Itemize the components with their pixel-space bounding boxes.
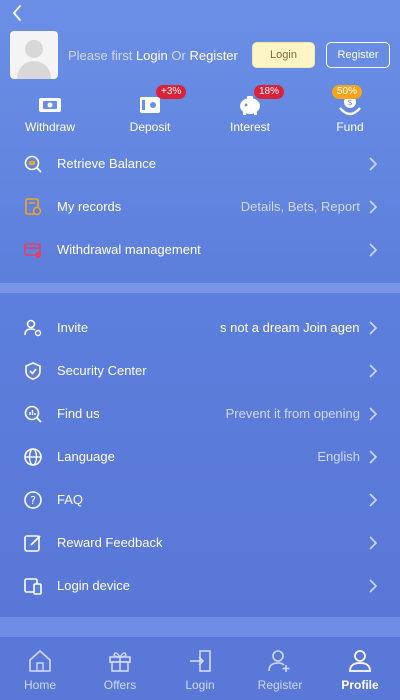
records-icon bbox=[22, 196, 44, 218]
deposit-action[interactable]: +3% Deposit bbox=[100, 85, 200, 142]
chevron-right-icon bbox=[369, 449, 378, 464]
svg-text:?: ? bbox=[30, 494, 36, 507]
menu-value: Prevent it from opening bbox=[225, 406, 360, 421]
svg-text:$: $ bbox=[347, 98, 352, 107]
menu-label: My records bbox=[57, 199, 122, 214]
edit-icon bbox=[22, 532, 44, 554]
fund-badge: 50% bbox=[332, 85, 363, 99]
section-divider bbox=[0, 283, 400, 293]
interest-label: Interest bbox=[229, 120, 271, 134]
tab-offers[interactable]: Offers bbox=[80, 640, 160, 700]
quick-actions: Withdraw +3% Deposit 18% Interest 50% $ … bbox=[0, 82, 400, 142]
globe-icon bbox=[22, 446, 44, 468]
menu-label: Withdrawal management bbox=[57, 242, 201, 257]
deposit-badge: +3% bbox=[156, 85, 187, 99]
question-icon: ? bbox=[22, 489, 44, 511]
balance-search-icon bbox=[22, 153, 44, 175]
chevron-right-icon bbox=[369, 242, 378, 257]
device-icon bbox=[22, 575, 44, 597]
login-prompt: Please first Login Or Register bbox=[68, 48, 252, 63]
chevron-right-icon bbox=[369, 320, 378, 335]
menu-section-bottom: Invite s not a dream Join agent Security… bbox=[0, 306, 400, 607]
menu-label: Invite bbox=[57, 320, 89, 335]
tab-label: Login bbox=[185, 678, 215, 692]
chevron-right-icon bbox=[369, 199, 378, 214]
fund-action[interactable]: 50% $ Fund bbox=[300, 85, 400, 142]
gift-icon bbox=[109, 652, 131, 672]
prompt-register-link[interactable]: Register bbox=[189, 48, 237, 63]
prompt-or: Or bbox=[171, 47, 186, 63]
find-icon bbox=[22, 403, 44, 425]
tab-label: Profile bbox=[341, 678, 379, 692]
menu-item-find-us[interactable]: Find us Prevent it from opening bbox=[0, 392, 400, 435]
menu-item-security-center[interactable]: Security Center bbox=[0, 349, 400, 392]
prompt-prefix: Please first bbox=[68, 47, 133, 63]
tab-login[interactable]: Login bbox=[160, 640, 240, 700]
menu-label: Retrieve Balance bbox=[57, 156, 156, 171]
interest-action[interactable]: 18% Interest bbox=[200, 85, 300, 142]
chevron-right-icon bbox=[369, 363, 378, 378]
chevron-right-icon bbox=[369, 156, 378, 171]
bottom-tab-bar: Home Offers Login Register Profile bbox=[0, 640, 400, 700]
back-arrow-icon[interactable] bbox=[8, 3, 28, 23]
tab-register[interactable]: Register bbox=[240, 640, 320, 700]
menu-item-reward-feedback[interactable]: Reward Feedback bbox=[0, 521, 400, 564]
withdraw-label: Withdraw bbox=[24, 120, 75, 134]
tab-label: Offers bbox=[103, 678, 137, 692]
top-bar bbox=[0, 0, 400, 28]
add-user-icon bbox=[268, 650, 290, 672]
chevron-right-icon bbox=[369, 535, 378, 550]
profile-icon bbox=[349, 650, 371, 672]
home-icon bbox=[29, 649, 51, 672]
avatar bbox=[10, 31, 58, 79]
menu-label: FAQ bbox=[57, 492, 84, 507]
menu-item-withdrawal-management[interactable]: Withdrawal management bbox=[0, 228, 400, 271]
card-icon bbox=[22, 239, 44, 261]
interest-badge: 18% bbox=[254, 85, 285, 99]
menu-section-top: Retrieve Balance My records Details, Bet… bbox=[0, 142, 400, 271]
chevron-right-icon bbox=[369, 406, 378, 421]
deposit-label: Deposit bbox=[129, 120, 171, 134]
fund-label: Fund bbox=[336, 120, 364, 134]
section-divider-bottom bbox=[0, 617, 400, 637]
tab-label: Register bbox=[257, 678, 303, 692]
menu-item-faq[interactable]: ? FAQ bbox=[0, 478, 400, 521]
shield-icon bbox=[22, 360, 44, 382]
chevron-right-icon bbox=[369, 492, 378, 507]
register-button[interactable]: Register bbox=[326, 42, 390, 68]
menu-item-retrieve-balance[interactable]: Retrieve Balance bbox=[0, 142, 400, 185]
withdraw-action[interactable]: Withdraw bbox=[0, 94, 100, 142]
menu-item-language[interactable]: Language English bbox=[0, 435, 400, 478]
menu-value: English bbox=[317, 449, 360, 464]
withdraw-icon bbox=[37, 94, 63, 116]
menu-value: Details, Bets, Report bbox=[240, 199, 360, 214]
invite-icon bbox=[22, 317, 44, 339]
login-button[interactable]: Login bbox=[252, 42, 315, 68]
prompt-login-link[interactable]: Login bbox=[136, 48, 168, 63]
menu-item-my-records[interactable]: My records Details, Bets, Report bbox=[0, 185, 400, 228]
menu-label: Security Center bbox=[57, 363, 147, 378]
login-icon bbox=[190, 650, 211, 672]
menu-item-login-device[interactable]: Login device bbox=[0, 564, 400, 607]
tab-home[interactable]: Home bbox=[0, 640, 80, 700]
chevron-right-icon bbox=[369, 578, 378, 593]
menu-label: Reward Feedback bbox=[57, 535, 163, 550]
menu-item-invite[interactable]: Invite s not a dream Join agent bbox=[0, 306, 400, 349]
tab-profile[interactable]: Profile bbox=[320, 640, 400, 700]
user-header: Please first Login Or Register Login Reg… bbox=[0, 28, 400, 82]
menu-label: Language bbox=[57, 449, 115, 464]
invite-ticker: s not a dream Join agent bbox=[220, 320, 360, 335]
menu-label: Login device bbox=[57, 578, 130, 593]
tab-label: Home bbox=[23, 678, 56, 692]
menu-label: Find us bbox=[57, 406, 100, 421]
